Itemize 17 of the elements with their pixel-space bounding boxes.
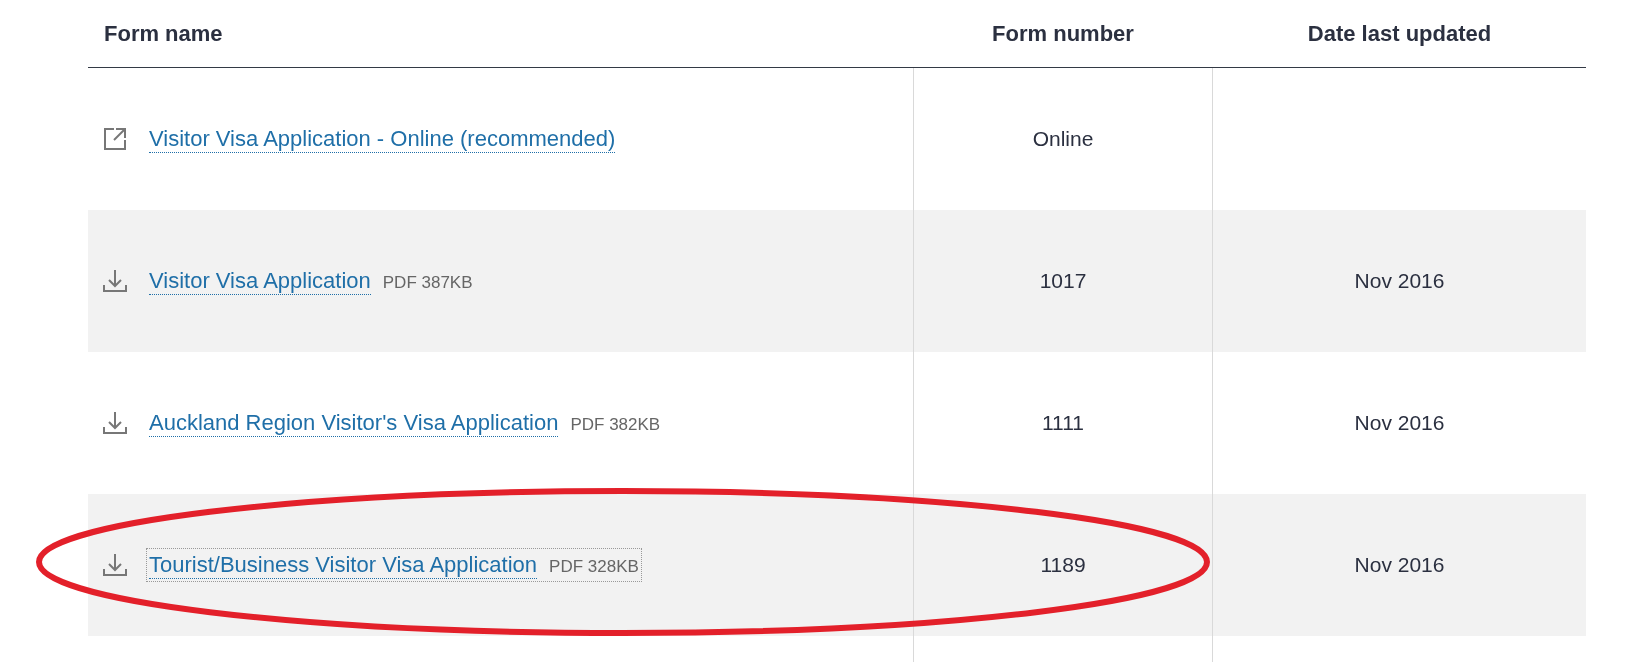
form-number: Online [1032,126,1094,153]
date-text: Nov 2016 [1354,268,1445,295]
column-header: Date last updated [1213,0,1586,68]
form-link[interactable]: Tourist/Business Visitor Visa Application [149,550,538,580]
form-link[interactable]: Visitor Visa Application [149,266,371,296]
form-number: 1017 [1039,268,1087,295]
form-link[interactable]: Visitor Visa Application - Online (recommended) [149,124,616,154]
column-header: Form name [88,0,913,68]
form-number: 1111 [1041,410,1084,437]
form-link[interactable]: Auckland Region Visitor's Visa Application [149,408,559,438]
file-info: PDF 328KB [549,555,639,578]
date-text: Nov 2016 [1354,410,1445,437]
date-text: Nov 2016 [1354,552,1445,579]
file-info: PDF 387KB [382,271,473,294]
file-info: PDF 382KB [570,413,661,436]
column-header: Form number [913,0,1213,68]
form-number: 1189 [1040,552,1086,579]
